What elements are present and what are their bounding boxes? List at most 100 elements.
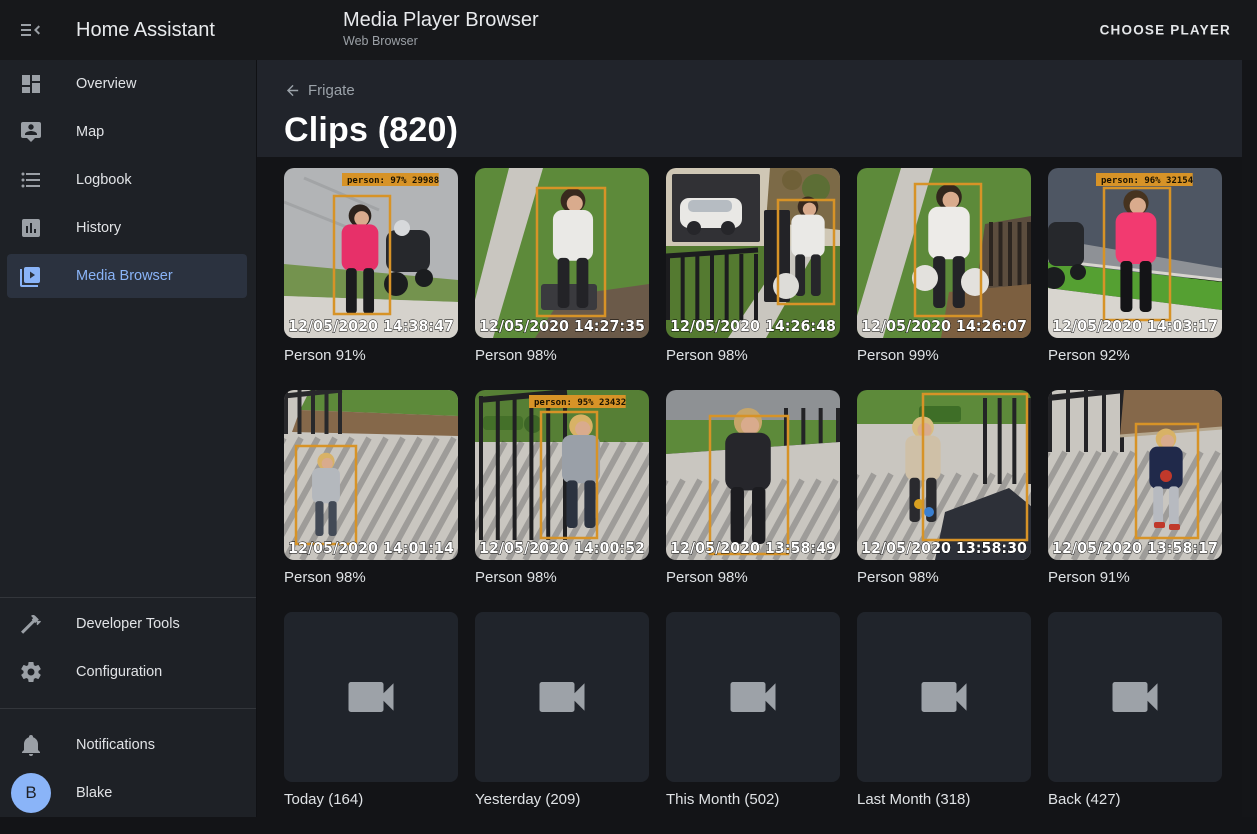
folder-card[interactable]: Yesterday (209)	[475, 612, 649, 834]
folder-label: This Month (502)	[666, 791, 840, 808]
detection-chip: person: 96% 32154	[1101, 176, 1194, 186]
clip-timestamp-overlay: 12/05/2020 14:01:14	[288, 539, 454, 557]
clip-card[interactable]: person: 96% 32154 12/05/2020 14:03:17 Pers…	[1048, 168, 1222, 390]
clip-card[interactable]: 12/05/2020 14:27:35 Person 98%	[475, 168, 649, 390]
hammer-icon	[19, 612, 43, 636]
sidebar-spacer	[0, 300, 256, 597]
clip-timestamp-overlay: 12/05/2020 14:26:07	[861, 317, 1027, 335]
sidebar: Overview Map Logbook History Media Browser D…	[0, 60, 256, 817]
clip-label: Person 99%	[857, 347, 1031, 364]
clip-label: Person 92%	[1048, 347, 1222, 364]
sidebar-item-label: Developer Tools	[76, 616, 180, 632]
breadcrumb-back[interactable]: Frigate	[284, 82, 355, 99]
clip-label: Person 91%	[1048, 569, 1222, 586]
bell-icon	[19, 733, 43, 757]
detection-chip: person: 97% 29988	[347, 176, 439, 186]
choose-player-button[interactable]: CHOOSE PLAYER	[1094, 22, 1237, 39]
clip-label: Person 98%	[857, 569, 1031, 586]
menu-open-icon	[18, 18, 42, 42]
sidebar-footer: NotificationsB Blake	[0, 709, 256, 817]
clip-card[interactable]: 12/05/2020 13:58:49Person 98%	[666, 390, 840, 612]
clip-card[interactable]: person: 97% 29988 12/05/2020 14:38:47 Pers…	[284, 168, 458, 390]
dashboard-icon	[19, 72, 43, 96]
media-icon-svg	[19, 264, 43, 288]
clip-timestamp-overlay: 12/05/2020 13:58:49	[670, 539, 836, 557]
history-icon	[19, 216, 43, 240]
folder-card[interactable]: Today (164)	[284, 612, 458, 834]
sidebar-item-developer-tools[interactable]: Developer Tools	[0, 600, 256, 648]
folder-thumbnail	[1048, 612, 1222, 782]
sidebar-item-label: Media Browser	[76, 268, 173, 284]
scrollbar[interactable]	[1242, 60, 1257, 817]
clip-card[interactable]: 12/05/2020 13:58:17 Person 91%	[1048, 390, 1222, 612]
folder-thumbnail	[666, 612, 840, 782]
sidebar-item-overview[interactable]: Overview	[0, 60, 256, 108]
sidebar-item-history[interactable]: History	[0, 204, 256, 252]
clip-thumbnail: 12/05/2020 14:27:35	[475, 168, 649, 338]
folder-label: Back (427)	[1048, 791, 1222, 808]
app-bar: Home Assistant Media Player Browser Web …	[0, 0, 1257, 60]
clip-label: Person 98%	[475, 347, 649, 364]
clip-thumbnail: person: 96% 32154 12/05/2020 14:03:17	[1048, 168, 1222, 338]
sidebar-item-label: Logbook	[76, 172, 132, 188]
sidebar-item-user-profile[interactable]: B Blake	[0, 769, 256, 817]
video-camera-icon	[341, 667, 401, 727]
sidebar-item-notifications[interactable]: Notifications	[0, 721, 256, 769]
breadcrumb-label: Frigate	[308, 82, 355, 99]
clip-card[interactable]: person: 95% 2343212/05/2020 14:00:52Pers…	[475, 390, 649, 612]
folder-label: Today (164)	[284, 791, 458, 808]
map-icon	[19, 120, 43, 144]
logbook-icon-svg	[19, 168, 43, 192]
map-icon-svg	[19, 120, 43, 144]
clip-label: Person 91%	[284, 347, 458, 364]
clip-thumbnail: 12/05/2020 13:58:49	[666, 390, 840, 560]
sidebar-item-configuration[interactable]: Configuration	[0, 648, 256, 696]
folder-label: Yesterday (209)	[475, 791, 649, 808]
clip-timestamp-overlay: 12/05/2020 14:38:47	[288, 317, 454, 335]
sidebar-item-label: History	[76, 220, 121, 236]
cog-icon	[19, 660, 43, 684]
clip-timestamp-overlay: 12/05/2020 13:58:30	[861, 539, 1027, 557]
clip-label: Person 98%	[284, 569, 458, 586]
dashboard-icon-svg	[19, 72, 43, 96]
page-title-block: Media Player Browser Web Browser	[343, 8, 539, 49]
sidebar-tools: Developer Tools Configuration	[0, 598, 256, 696]
sidebar-item-label: Map	[76, 124, 104, 140]
clip-thumbnail: person: 97% 29988 12/05/2020 14:38:47	[284, 168, 458, 338]
page-subtitle: Web Browser	[343, 33, 539, 49]
clip-thumbnail: 12/05/2020 14:26:07	[857, 168, 1031, 338]
clip-thumbnail: 12/05/2020 14:26:48	[666, 168, 840, 338]
clip-label: Person 98%	[666, 347, 840, 364]
clip-card[interactable]: 12/05/2020 14:26:48 Person 98%	[666, 168, 840, 390]
user-avatar: B	[11, 773, 51, 813]
sidebar-item-media-browser[interactable]: Media Browser	[0, 252, 256, 300]
folder-label: Last Month (318)	[857, 791, 1031, 808]
video-camera-icon	[532, 667, 592, 727]
sidebar-item-map[interactable]: Map	[0, 108, 256, 156]
page-title: Media Player Browser	[343, 8, 539, 33]
clip-timestamp-overlay: 12/05/2020 13:58:17	[1052, 539, 1218, 557]
clip-timestamp-overlay: 12/05/2020 14:27:35	[479, 317, 645, 335]
sidebar-item-label: Blake	[76, 785, 112, 801]
media-icon	[19, 264, 43, 288]
media-grid: person: 97% 29988 12/05/2020 14:38:47 Pers…	[257, 157, 1257, 834]
arrow-left-icon	[284, 82, 301, 99]
clip-thumbnail: 12/05/2020 13:58:17	[1048, 390, 1222, 560]
folder-card[interactable]: This Month (502)	[666, 612, 840, 834]
history-icon-svg	[19, 216, 43, 240]
video-camera-icon	[1105, 667, 1165, 727]
clip-timestamp-overlay: 12/05/2020 14:26:48	[670, 317, 836, 335]
clip-card[interactable]: 12/05/2020 14:01:14 Person 98%	[284, 390, 458, 612]
video-camera-icon	[723, 667, 783, 727]
clip-timestamp-overlay: 12/05/2020 14:03:17	[1052, 317, 1218, 335]
folder-card[interactable]: Back (427)	[1048, 612, 1222, 834]
sidebar-toggle-button[interactable]	[6, 6, 54, 54]
sidebar-item-logbook[interactable]: Logbook	[0, 156, 256, 204]
clip-timestamp-overlay: 12/05/2020 14:00:52	[479, 539, 645, 557]
folder-thumbnail	[284, 612, 458, 782]
sidebar-nav: Overview Map Logbook History Media Browser	[0, 60, 256, 300]
folder-card[interactable]: Last Month (318)	[857, 612, 1031, 834]
clip-thumbnail: 12/05/2020 14:01:14	[284, 390, 458, 560]
clip-card[interactable]: 12/05/2020 13:58:30 Person 98%	[857, 390, 1031, 612]
clip-card[interactable]: 12/05/2020 14:26:07 Person 99%	[857, 168, 1031, 390]
